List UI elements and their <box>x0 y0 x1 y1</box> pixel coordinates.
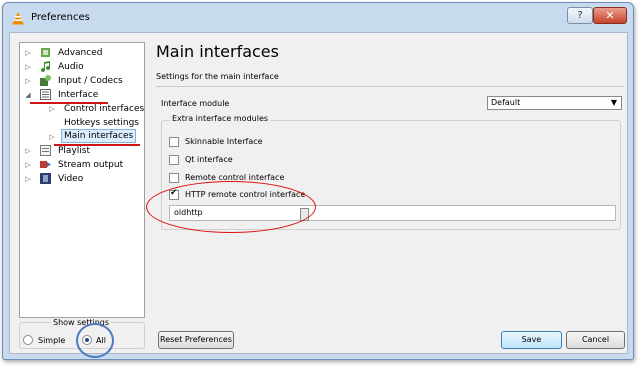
tree-item-stream-output[interactable]: ▷ Stream output <box>20 158 144 172</box>
skinnable-interface-label: Skinnable Interface <box>185 137 263 146</box>
title-bar: Preferences ? ✕ <box>3 3 633 33</box>
chevron-right-icon[interactable]: ▷ <box>24 60 32 74</box>
page-subtitle: Settings for the main interface <box>156 72 279 81</box>
interface-icon <box>40 89 51 100</box>
help-button[interactable]: ? <box>567 7 593 24</box>
simple-radio[interactable] <box>23 335 33 345</box>
interface-module-label: Interface module <box>161 99 230 108</box>
tree-item-advanced[interactable]: ▷ Advanced <box>20 46 144 60</box>
tree-item-video[interactable]: ▷ Video <box>20 172 144 186</box>
tree-item-label: Audio <box>58 62 84 72</box>
save-button[interactable]: Save <box>501 331 562 349</box>
chevron-right-icon[interactable]: ▷ <box>24 144 32 158</box>
page-title: Main interfaces <box>156 42 279 61</box>
chevron-right-icon[interactable]: ▷ <box>48 102 56 116</box>
remote-control-interface-checkbox[interactable] <box>169 173 179 183</box>
red-circle-annotation <box>146 181 316 233</box>
tree-item-label: Input / Codecs <box>58 76 123 86</box>
film-icon <box>40 173 51 184</box>
category-tree: ▷ Advanced ▷ Audio ▷ Input / Codecs ◢ In… <box>19 42 145 318</box>
music-note-icon <box>41 61 51 72</box>
extra-modules-title: Extra interface modules <box>170 114 271 123</box>
chevron-down-icon: ▼ <box>610 98 617 107</box>
advanced-icon <box>41 48 50 57</box>
playlist-icon <box>40 145 51 156</box>
tree-item-input-codecs[interactable]: ▷ Input / Codecs <box>20 74 144 88</box>
tree-item-label: Control interfaces <box>64 104 145 114</box>
tree-item-audio[interactable]: ▷ Audio <box>20 60 144 74</box>
tree-item-label: Hotkeys settings <box>64 118 139 128</box>
interface-module-select[interactable]: Default ▼ <box>487 96 622 110</box>
chevron-right-icon[interactable]: ▷ <box>24 172 32 186</box>
tree-item-label: Stream output <box>58 160 124 170</box>
tree-item-label: Advanced <box>58 48 103 58</box>
reset-preferences-button[interactable]: Reset Preferences <box>158 331 234 349</box>
tree-item-label: Video <box>58 174 84 184</box>
tree-item-label: Interface <box>58 90 99 100</box>
tree-item-main-interfaces[interactable]: ▷ Main interfaces <box>20 129 144 144</box>
simple-radio-label: Simple <box>38 336 66 345</box>
tree-item-label: Playlist <box>58 146 90 156</box>
window-title: Preferences <box>31 12 90 23</box>
tree-item-label: Main interfaces <box>61 129 137 143</box>
title-divider <box>156 86 624 87</box>
stream-output-icon <box>40 161 51 168</box>
chevron-right-icon[interactable]: ▷ <box>24 158 32 172</box>
interface-module-value: Default <box>491 98 521 107</box>
codecs-icon <box>40 75 51 86</box>
preferences-content: ▷ Advanced ▷ Audio ▷ Input / Codecs ◢ In… <box>9 32 628 358</box>
close-button[interactable]: ✕ <box>593 7 627 24</box>
expanded-arrow-icon[interactable]: ◢ <box>24 88 32 102</box>
vlc-cone-icon <box>12 12 24 25</box>
preferences-window: Preferences ? ✕ ▷ Advanced ▷ Audio ▷ Inp… <box>2 2 634 360</box>
tree-item-interface[interactable]: ◢ Interface <box>20 88 144 102</box>
tree-item-playlist[interactable]: ▷ Playlist <box>20 144 144 158</box>
chevron-right-icon[interactable]: ▷ <box>48 130 56 144</box>
chevron-right-icon[interactable]: ▷ <box>24 46 32 60</box>
qt-interface-checkbox[interactable] <box>169 155 179 165</box>
cancel-button[interactable]: Cancel <box>566 331 625 349</box>
blue-circle-annotation <box>76 323 114 358</box>
tree-item-control-interfaces[interactable]: ▷ Control interfaces <box>20 102 144 116</box>
tree-item-hotkeys-settings[interactable]: Hotkeys settings <box>20 116 144 130</box>
skinnable-interface-checkbox[interactable] <box>169 137 179 147</box>
qt-interface-label: Qt interface <box>185 155 233 164</box>
chevron-right-icon[interactable]: ▷ <box>24 74 32 88</box>
